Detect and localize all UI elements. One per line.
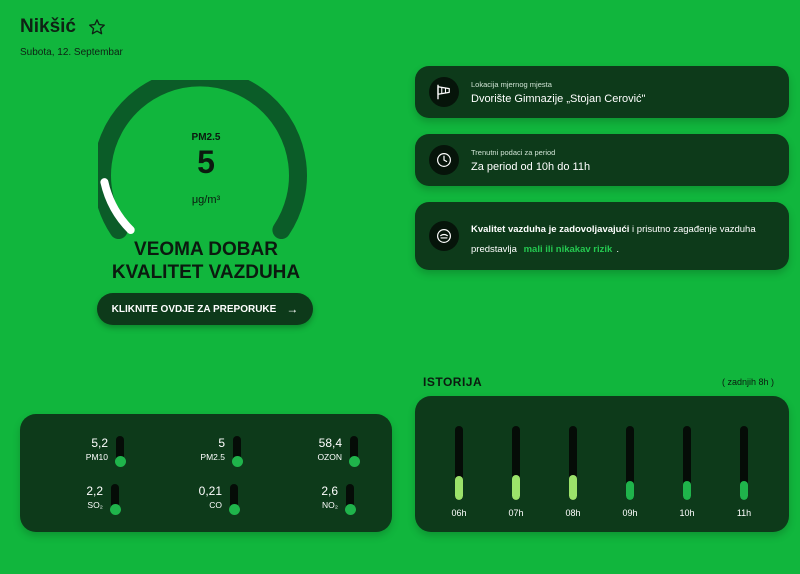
period-text: Trenutni podaci za period Za period od 1… [471, 148, 590, 173]
pollutant-level-dot [232, 456, 243, 467]
pollutant-value: 5 [218, 436, 225, 450]
history-hour-label: 11h [736, 508, 752, 518]
history-column[interactable]: 08h [558, 426, 588, 526]
city-name: Nikšić [20, 16, 76, 37]
pollutant-name: SO₂ [87, 500, 103, 510]
recommendations-button-label: KLIKNITE OVDJE ZA PREPORUKE [111, 303, 277, 315]
history-column[interactable]: 09h [615, 426, 645, 526]
period-value: Za period od 10h do 11h [471, 161, 591, 173]
history-hour-label: 09h [622, 508, 638, 518]
recommendations-button[interactable]: KLIKNITE OVDJE ZA PREPORUKE → [97, 293, 313, 325]
gauge-value: 5 [197, 144, 215, 180]
history-hour-label: 08h [565, 508, 581, 518]
history-bar-track [569, 426, 577, 500]
pollutant-value: 0,21 [198, 484, 222, 498]
pollutant-co[interactable]: 0,21 CO [154, 484, 244, 520]
history-title: ISTORIJA [423, 375, 483, 389]
pollutant-pm10[interactable]: 5,2 PM10 [40, 436, 130, 472]
windsock-icon [429, 77, 459, 107]
quality-info-text: Kvalitet vazduha je zadovoljavajući i pr… [471, 220, 771, 260]
date-label: Subota, 12. Septembar [20, 47, 123, 58]
arrow-right-icon: → [286, 302, 299, 316]
location-caption: Lokacija mjernog mjesta [471, 80, 552, 89]
pollutant-value: 58,4 [318, 436, 342, 450]
pollutant-name: PM10 [85, 452, 108, 462]
quality-line-2: KVALITET VAZDUHA [111, 262, 301, 283]
pollutant-level-dot [345, 504, 356, 515]
pollutant-level-dot [349, 456, 360, 467]
pollutant-level-dot [229, 504, 240, 515]
pollutant-name: OZON [317, 452, 342, 462]
pollutant-name: NO₂ [321, 500, 338, 510]
pollutant-level-dot [115, 456, 126, 467]
gauge-pollutant: PM2.5 [191, 132, 221, 143]
history-bar-track [455, 426, 463, 500]
city-row: Nikšić [20, 16, 123, 38]
history-bar-fill [683, 481, 691, 500]
header: Nikšić Subota, 12. Septembar [20, 16, 123, 58]
pollutant-value: 2,6 [321, 484, 338, 498]
pollutant-ozon[interactable]: 58,4 OZON [274, 436, 364, 472]
period-caption: Trenutni podaci za period [471, 148, 556, 157]
location-text: Lokacija mjernog mjesta Dvorište Gimnazi… [471, 80, 645, 105]
risk-level: mali ili nikakav rizik [523, 244, 613, 255]
history-hour-label: 06h [451, 508, 467, 518]
history-card: 06h 07h 08h 09h 10h 11h [415, 396, 789, 532]
location-card: Lokacija mjernog mjesta Dvorište Gimnazi… [415, 66, 789, 118]
history-column[interactable]: 10h [672, 426, 702, 526]
history-bar-track [683, 426, 691, 500]
clock-icon [429, 145, 459, 175]
period-card: Trenutni podaci za period Za period od 1… [415, 134, 789, 186]
location-value: Dvorište Gimnazije „Stojan Cerović" [471, 93, 646, 105]
history-bar-fill [569, 475, 577, 500]
pm25-gauge: PM2.5 5 μg/m³ [98, 80, 314, 250]
history-bar-fill [512, 475, 520, 500]
quality-info-card: Kvalitet vazduha je zadovoljavajući i pr… [415, 202, 789, 270]
history-bar-track [512, 426, 520, 500]
quality-info-text-2: . [616, 244, 619, 255]
history-subtitle: ( zadnjih 8h ) [722, 377, 775, 387]
history-hour-label: 10h [679, 508, 695, 518]
pollutant-name: CO [209, 500, 222, 510]
history-hour-label: 07h [508, 508, 524, 518]
history-column[interactable]: 07h [501, 426, 531, 526]
mask-face-icon [429, 221, 459, 251]
history-column[interactable]: 06h [444, 426, 474, 526]
pollutant-value: 5,2 [91, 436, 108, 450]
pollutant-pm25[interactable]: 5 PM2.5 [157, 436, 247, 472]
pollutant-name: PM2.5 [200, 452, 225, 462]
history-column[interactable]: 11h [729, 426, 759, 526]
pollutant-so2[interactable]: 2,2 SO₂ [35, 484, 125, 520]
quality-line-1: VEOMA DOBAR [134, 239, 278, 260]
history-bar-fill [626, 481, 634, 500]
history-bar-fill [455, 476, 463, 500]
quality-info-bold: Kvalitet vazduha je zadovoljavajući [471, 224, 630, 235]
star-icon[interactable] [88, 18, 106, 36]
history-bar-fill [740, 481, 748, 500]
quality-label: VEOMA DOBAR KVALITET VAZDUHA [98, 238, 314, 284]
history-bar-track [740, 426, 748, 500]
pollutant-level-dot [110, 504, 121, 515]
history-bar-track [626, 426, 634, 500]
gauge-unit: μg/m³ [191, 194, 221, 206]
pollutants-card: 5,2 PM10 5 PM2.5 58,4 OZON 2,2 SO₂ 0,21 … [20, 414, 392, 532]
pollutant-no2[interactable]: 2,6 NO₂ [270, 484, 360, 520]
pollutant-value: 2,2 [86, 484, 103, 498]
